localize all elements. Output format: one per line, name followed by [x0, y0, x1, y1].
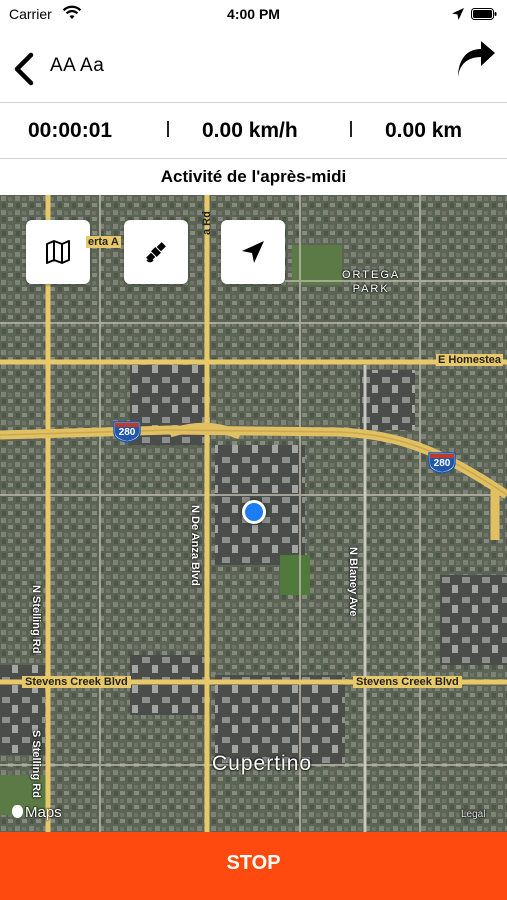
- city-label: Cupertino: [212, 752, 313, 775]
- n-blaney-label: N Blaney Ave: [347, 547, 359, 617]
- freeway-280-shield: 280: [112, 419, 142, 443]
- location-services-icon: [452, 8, 464, 20]
- back-chevron-icon[interactable]: [11, 52, 37, 86]
- nav-title: AA Aa: [50, 55, 105, 76]
- satellite-button[interactable]: [124, 220, 188, 284]
- e-homestead-label: E Homestea: [436, 354, 503, 366]
- status-time: 4:00 PM: [227, 6, 280, 22]
- stat-separator: [167, 121, 169, 137]
- battery-icon: [471, 8, 497, 20]
- stevens-creek-left-label: Stevens Creek Blvd: [22, 676, 131, 688]
- user-location-dot: [242, 500, 266, 524]
- nav-divider: [0, 102, 507, 103]
- activity-title: Activité de l'après-midi: [160, 167, 347, 186]
- map-icon: [46, 240, 70, 264]
- n-stelling-label: N Stelling Rd: [30, 585, 42, 654]
- freeway-280-shield: 280: [427, 450, 457, 474]
- s-stelling-label: S Stelling Rd: [30, 730, 42, 798]
- duration-value: 00:00:01: [28, 119, 113, 142]
- apple-logo-icon: [12, 805, 23, 818]
- map-view[interactable]: ORTEGA PARK E Homestea erta A a Rd N Stel…: [0, 195, 507, 832]
- n-de-anza-label: N De Anza Blvd: [189, 505, 201, 586]
- status-bar: Carrier 4:00 PM: [0, 0, 507, 28]
- ortega-park-label: ORTEGA PARK: [342, 269, 401, 295]
- distance-value: 0.00 km: [385, 119, 463, 142]
- stats-row: 00:00:01 0.00 km/h 0.00 km: [0, 104, 507, 158]
- location-arrow-icon: [242, 241, 264, 263]
- share-arrow-icon[interactable]: [455, 40, 497, 78]
- speed-value: 0.00 km/h: [202, 119, 298, 142]
- stop-button[interactable]: STOP: [0, 832, 507, 900]
- stats-divider: [0, 158, 507, 159]
- locate-me-button[interactable]: [221, 220, 285, 284]
- map-type-button[interactable]: [26, 220, 90, 284]
- de-anza-top-label: a Rd: [201, 211, 213, 235]
- legal-link[interactable]: Legal: [461, 809, 485, 820]
- apple-maps-logo: Maps: [12, 804, 62, 821]
- stevens-creek-right-label: Stevens Creek Blvd: [353, 676, 462, 688]
- satellite-icon: [146, 242, 166, 263]
- navigation-bar: AA Aa: [0, 28, 507, 102]
- stat-separator: [350, 121, 352, 137]
- serta-label: erta A: [86, 236, 121, 248]
